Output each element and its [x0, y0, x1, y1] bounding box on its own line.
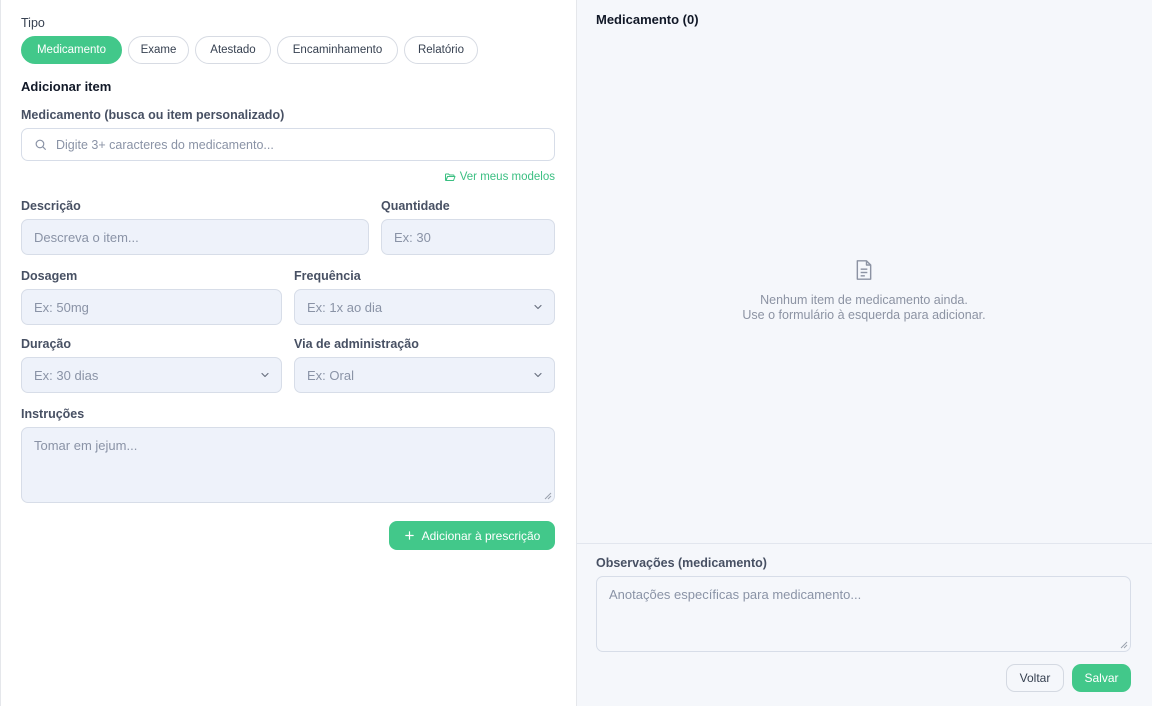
plus-icon — [404, 531, 414, 540]
prescription-form-panel — [0, 0, 576, 706]
frequencia-label: Frequência — [294, 269, 361, 283]
view-models-label: Ver meus modelos — [459, 171, 555, 183]
add-to-prescription-button[interactable]: Adicionar à prescrição — [389, 521, 555, 550]
search-icon — [35, 139, 46, 150]
descricao-input[interactable]: Descreva o item... — [21, 219, 369, 255]
quantidade-label: Quantidade — [381, 199, 450, 213]
resize-grip-icon[interactable] — [1120, 641, 1128, 649]
empty-state-line2: Use o formulário à esquerda para adicion… — [742, 308, 986, 322]
duracao-label: Duração — [21, 337, 72, 351]
items-list-title: Medicamento (0) — [596, 12, 699, 27]
tipo-chip-relatorio[interactable]: Relatório — [404, 36, 478, 64]
observacoes-textarea[interactable]: Anotações específicas para medicamento..… — [596, 576, 1131, 652]
dosagem-placeholder: Ex: 50mg — [34, 299, 89, 315]
quantidade-input[interactable]: Ex: 30 — [381, 219, 555, 255]
observacoes-placeholder: Anotações específicas para medicamento..… — [609, 587, 862, 602]
chevron-down-icon — [534, 304, 542, 310]
page-edge — [1152, 0, 1160, 706]
dosagem-input[interactable]: Ex: 50mg — [21, 289, 282, 325]
tipo-chip-medicamento[interactable]: Medicamento — [21, 36, 122, 64]
instrucoes-textarea[interactable]: Tomar em jejum... — [21, 427, 555, 503]
add-item-title: Adicionar item — [21, 79, 112, 94]
frequencia-select[interactable]: Ex: 1x ao dia — [294, 289, 555, 325]
view-models-link[interactable]: Ver meus modelos — [444, 171, 555, 183]
chevron-down-icon — [534, 372, 542, 378]
empty-state-line1: Nenhum item de medicamento ainda. — [760, 293, 968, 307]
divider — [576, 543, 1152, 544]
instrucoes-label: Instruções — [21, 407, 85, 421]
via-select[interactable]: Ex: Oral — [294, 357, 555, 393]
via-label: Via de administração — [294, 337, 419, 351]
descricao-label: Descrição — [21, 199, 81, 213]
tipo-chip-atestado[interactable]: Atestado — [195, 36, 271, 64]
document-icon — [856, 260, 872, 280]
folder-open-icon — [444, 173, 456, 181]
back-button[interactable]: Voltar — [1006, 664, 1064, 692]
resize-grip-icon[interactable] — [544, 492, 552, 500]
quantidade-placeholder: Ex: 30 — [394, 229, 431, 245]
descricao-placeholder: Descreva o item... — [34, 229, 139, 245]
medicamento-search-input[interactable]: Digite 3+ caracteres do medicamento... — [21, 128, 555, 161]
chevron-down-icon — [261, 372, 269, 378]
medicamento-label: Medicamento (busca ou item personalizado… — [21, 108, 285, 122]
tipo-chip-encaminhamento[interactable]: Encaminhamento — [277, 36, 398, 64]
duracao-select[interactable]: Ex: 30 dias — [21, 357, 282, 393]
frequencia-value: Ex: 1x ao dia — [307, 299, 383, 315]
tipo-chip-exame[interactable]: Exame — [128, 36, 189, 64]
tipo-label: Tipo — [21, 16, 45, 30]
add-button-label: Adicionar à prescrição — [421, 528, 541, 543]
instrucoes-placeholder: Tomar em jejum... — [34, 438, 138, 453]
observacoes-label: Observações (medicamento) — [596, 556, 767, 570]
search-placeholder: Digite 3+ caracteres do medicamento... — [56, 137, 274, 152]
via-value: Ex: Oral — [307, 367, 354, 383]
save-button[interactable]: Salvar — [1072, 664, 1131, 692]
dosagem-label: Dosagem — [21, 269, 78, 283]
duracao-value: Ex: 30 dias — [34, 367, 99, 383]
